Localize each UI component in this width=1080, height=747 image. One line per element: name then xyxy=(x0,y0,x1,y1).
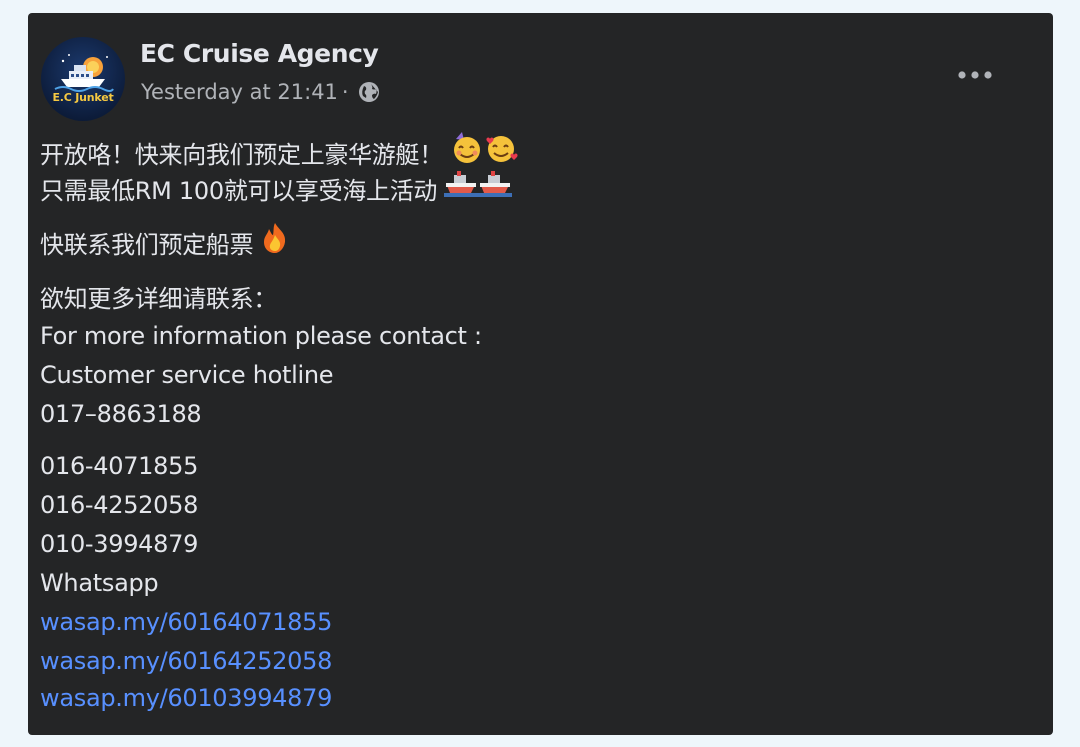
phone-number: 010-3994879 xyxy=(40,530,199,558)
meta-separator: · xyxy=(341,80,349,104)
post-text: 开放咯！快来向我们预定上豪华游艇！ xyxy=(40,141,443,169)
hotline-number: 017–8863188 xyxy=(40,400,202,428)
whatsapp-link[interactable]: wasap.my/60103994879 xyxy=(40,680,332,716)
page-name-link[interactable]: EC Cruise Agency xyxy=(140,39,379,68)
page-avatar[interactable]: E.C Junket xyxy=(41,37,125,121)
phone-number: 016-4252058 xyxy=(40,491,199,519)
post-card: E.C Junket EC Cruise Agency Yesterday at… xyxy=(28,13,1053,735)
ship-icon xyxy=(478,169,513,209)
post-line-1: 开放咯！快来向我们预定上豪华游艇！ xyxy=(40,132,518,173)
avatar-logo-text: E.C Junket xyxy=(52,91,114,104)
post-meta: Yesterday at 21:41 · xyxy=(141,79,381,105)
post-text: 快联系我们预定船票 xyxy=(40,231,254,259)
globe-icon[interactable] xyxy=(357,80,381,104)
more-options-icon xyxy=(958,71,992,79)
more-options-button[interactable] xyxy=(953,61,997,89)
cruise-logo-icon xyxy=(54,54,114,92)
post-text: 只需最低RM 100就可以享受海上活动 xyxy=(40,177,438,205)
whatsapp-link[interactable]: wasap.my/60164071855 xyxy=(40,604,332,640)
phone-number: 016-4071855 xyxy=(40,452,199,480)
post-line-6: Customer service hotline xyxy=(40,361,334,389)
post-line-4: 欲知更多详细请联系： xyxy=(40,285,277,313)
fire-icon xyxy=(261,222,289,264)
post-line-5: For more information please contact : xyxy=(40,322,482,350)
post-line-2: 只需最低RM 100就可以享受海上活动 xyxy=(40,171,513,209)
ship-icon xyxy=(444,169,479,209)
post-timestamp[interactable]: Yesterday at 21:41 xyxy=(141,80,338,104)
post-line-3: 快联系我们预定船票 xyxy=(40,223,289,263)
whatsapp-link[interactable]: wasap.my/60164252058 xyxy=(40,643,332,679)
whatsapp-label: Whatsapp xyxy=(40,569,159,597)
